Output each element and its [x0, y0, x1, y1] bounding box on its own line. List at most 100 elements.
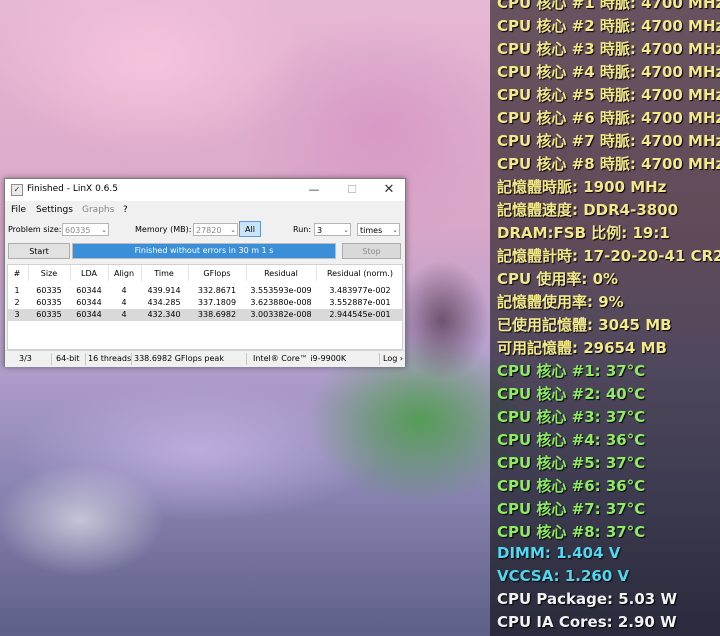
- cell-time: 439.914: [147, 286, 181, 295]
- memory-input[interactable]: 27820 ⌄: [193, 223, 238, 236]
- all-memory-button[interactable]: All: [239, 221, 261, 237]
- osd-line: 記憶體使用率: 9%: [497, 293, 624, 311]
- column-divider: [70, 265, 71, 281]
- status-bits: 64-bit: [56, 354, 80, 363]
- col-header-lda[interactable]: LDA: [72, 269, 106, 278]
- cell-time: 434.285: [147, 298, 181, 307]
- log-button[interactable]: Log ›: [383, 354, 403, 363]
- cell-size: 60335: [36, 286, 62, 295]
- run-count-input[interactable]: 3 ⌄: [314, 223, 351, 236]
- memory-value: 27820: [196, 226, 222, 235]
- osd-line: CPU 核心 #6: 36°C: [497, 477, 646, 495]
- cell-residual: 3.553593e-009: [250, 286, 312, 295]
- table-row[interactable]: 1 60335 60344 4 439.914 332.8671 3.55359…: [8, 285, 402, 297]
- osd-line: CPU 核心 #2 時脈: 4700 MHz: [497, 17, 720, 35]
- status-divider: [246, 353, 247, 365]
- status-threads: 16 threads: [88, 354, 132, 363]
- status-runs: 3/3: [19, 354, 32, 363]
- status-divider: [51, 353, 52, 365]
- osd-line: 可用記憶體: 29654 MB: [497, 339, 667, 357]
- column-divider: [141, 265, 142, 281]
- chevron-down-icon: ⌄: [392, 226, 398, 234]
- osd-line: CPU 核心 #1: 37°C: [497, 362, 646, 380]
- osd-line: CPU 核心 #7 時脈: 4700 MHz: [497, 132, 720, 150]
- menu-settings[interactable]: Settings: [36, 205, 73, 215]
- cell-align: 4: [121, 286, 127, 295]
- problem-size-value: 60335: [65, 226, 91, 235]
- osd-line: 已使用記憶體: 3045 MB: [497, 316, 672, 334]
- cell-residual-norm: 3.552887e-001: [329, 298, 391, 307]
- status-divider: [379, 353, 380, 365]
- run-count-value: 3: [317, 226, 323, 235]
- osd-line: CPU 核心 #4: 36°C: [497, 431, 646, 449]
- cell-align: 4: [121, 310, 127, 319]
- column-divider: [28, 265, 29, 281]
- cell-residual: 3.623880e-008: [250, 298, 312, 307]
- status-divider: [131, 353, 132, 365]
- osd-line: 記憶體速度: DDR4-3800: [497, 201, 679, 219]
- minimize-button[interactable]: —: [305, 182, 323, 198]
- status-cpu: Intel® Core™ i9-9900K: [253, 354, 347, 363]
- menu-graphs[interactable]: Graphs: [82, 205, 114, 215]
- osd-line: CPU 核心 #1 時脈: 4700 MHz: [497, 0, 720, 12]
- linx-window: ✓ Finished - LinX 0.6.5 — ☐ ✕ File Setti…: [4, 178, 406, 367]
- problem-size-label: Problem size:: [8, 225, 62, 234]
- cell-align: 4: [121, 298, 127, 307]
- osd-line: DRAM:FSB 比例: 19:1: [497, 224, 670, 242]
- cell-residual-norm: 2.944545e-001: [329, 310, 391, 319]
- col-header-align[interactable]: Align: [110, 269, 138, 278]
- col-header-time[interactable]: Time: [144, 269, 184, 278]
- osd-line: CPU 使用率: 0%: [497, 270, 619, 288]
- wallpaper-tree-trunk: [395, 260, 490, 380]
- cell-index: 3: [14, 310, 20, 319]
- hardware-monitor-osd: CPU 核心 #1 時脈: 4700 MHz CPU 核心 #2 時脈: 4700…: [490, 0, 720, 636]
- status-divider: [85, 353, 86, 365]
- cell-residual: 3.003382e-008: [250, 310, 312, 319]
- start-button[interactable]: Start: [8, 243, 70, 259]
- column-divider: [316, 265, 317, 281]
- cell-index: 2: [14, 298, 20, 307]
- problem-size-input[interactable]: 60335 ⌄: [62, 223, 109, 236]
- osd-line: CPU 核心 #8: 37°C: [497, 523, 646, 541]
- osd-line: CPU 核心 #2: 40°C: [497, 385, 646, 403]
- cell-lda: 60344: [76, 310, 102, 319]
- column-divider: [188, 265, 189, 281]
- progress-text: Finished without errors in 30 m 1 s: [134, 246, 274, 255]
- table-row-selected[interactable]: 3 60335 60344 4 432.340 338.6982 3.00338…: [8, 309, 402, 321]
- osd-line: 記憶體時脈: 1900 MHz: [497, 178, 667, 196]
- spin-arrows-icon: ⌄: [101, 226, 107, 234]
- window-title: Finished - LinX 0.6.5: [27, 184, 118, 194]
- app-checkbox-icon: ✓: [11, 184, 23, 196]
- spin-arrows-icon: ⌄: [230, 226, 236, 234]
- osd-line: CPU 核心 #5: 37°C: [497, 454, 646, 472]
- column-divider: [246, 265, 247, 281]
- osd-line: CPU 核心 #6 時脈: 4700 MHz: [497, 109, 720, 127]
- menu-help[interactable]: ?: [123, 205, 128, 215]
- cell-index: 1: [14, 286, 20, 295]
- osd-line: CPU 核心 #4 時脈: 4700 MHz: [497, 63, 720, 81]
- col-header-index[interactable]: #: [11, 269, 23, 278]
- stop-button[interactable]: Stop: [342, 243, 401, 259]
- col-header-gflops[interactable]: GFlops: [192, 269, 242, 278]
- run-unit-select[interactable]: times ⌄: [357, 223, 400, 236]
- cell-time: 432.340: [147, 310, 181, 319]
- menu-file[interactable]: File: [11, 205, 26, 215]
- column-divider: [108, 265, 109, 281]
- table-row[interactable]: 2 60335 60344 4 434.285 337.1809 3.62388…: [8, 297, 402, 309]
- osd-line: DIMM: 1.404 V: [497, 544, 621, 562]
- results-table: # Size LDA Align Time GFlops Residual Re…: [7, 264, 403, 350]
- maximize-button[interactable]: ☐: [343, 182, 361, 198]
- window-titlebar[interactable]: ✓ Finished - LinX 0.6.5 — ☐ ✕: [5, 179, 405, 201]
- col-header-residual-norm[interactable]: Residual (norm.): [320, 269, 400, 278]
- close-button[interactable]: ✕: [380, 182, 398, 198]
- progress-bar: Finished without errors in 30 m 1 s: [72, 243, 336, 259]
- chevron-down-icon: ⌄: [343, 226, 349, 234]
- col-header-residual[interactable]: Residual: [250, 269, 312, 278]
- osd-line: 記憶體計時: 17-20-20-41 CR2: [497, 247, 720, 265]
- osd-line: CPU Package: 5.03 W: [497, 590, 678, 608]
- osd-line: CPU 核心 #8 時脈: 4700 MHz: [497, 155, 720, 173]
- cell-gflops: 337.1809: [197, 298, 237, 307]
- osd-line: CPU 核心 #3 時脈: 4700 MHz: [497, 40, 720, 58]
- col-header-size[interactable]: Size: [32, 269, 66, 278]
- cell-residual-norm: 3.483977e-002: [329, 286, 391, 295]
